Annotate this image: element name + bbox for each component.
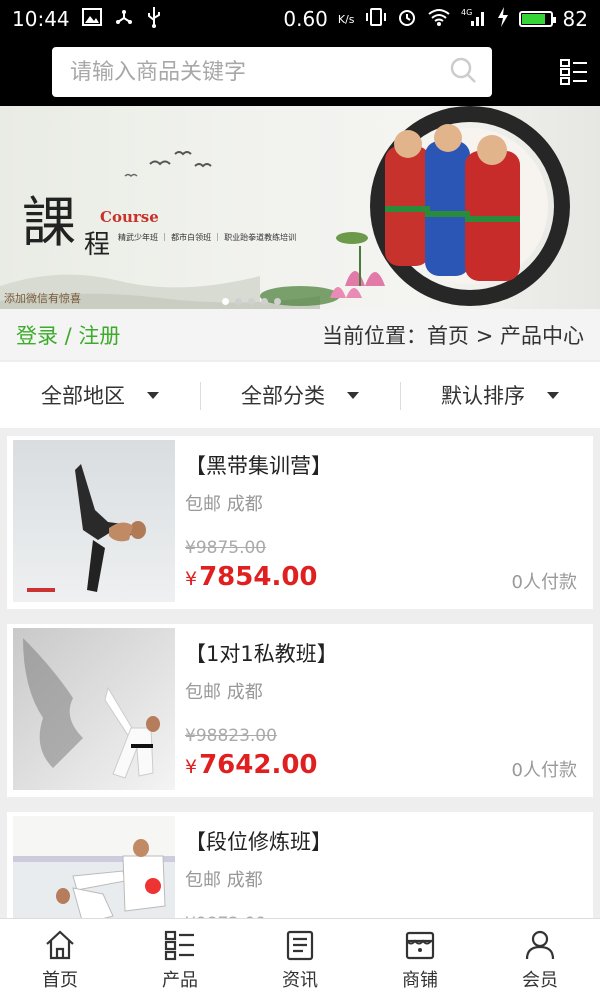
vibrate-icon [365, 7, 387, 31]
banner-dot[interactable] [222, 298, 229, 305]
product-name[interactable]: 【段位修炼班】 [185, 826, 593, 856]
status-bar: 10:44 0.60 K/s 4G 82 [0, 0, 600, 38]
net-unit: K/s [337, 12, 355, 26]
app-screen: 10:44 0.60 K/s 4G 82 请输入商品关键字 課 程 Course… [0, 0, 600, 1000]
search-input[interactable] [70, 59, 448, 85]
filter-label: 默认排序 [441, 384, 525, 408]
caret-down-icon [347, 391, 359, 399]
filter-sort[interactable]: 默认排序 [400, 362, 600, 428]
product-meta: 包邮 成都 [185, 682, 263, 703]
usb-icon [146, 6, 162, 32]
product-name[interactable]: 【1对1私教班】 [185, 638, 593, 668]
filter-region[interactable]: 全部地区 [0, 362, 200, 428]
banner-dot[interactable] [274, 298, 281, 305]
product-card[interactable]: 【黑带集训营】 包邮 成都 ¥9875.00 ¥7854.00 0人付款 [7, 436, 593, 609]
product-paid-count: 0人付款 [511, 760, 577, 781]
product-info: 【1对1私教班】 包邮 成都 ¥98823.00 ¥7642.00 0人付款 [175, 628, 593, 797]
nav-label: 资讯 [282, 969, 318, 991]
search-box[interactable] [52, 47, 492, 97]
login-register-link[interactable]: 登录 / 注册 [16, 320, 120, 350]
nav-label: 首页 [42, 969, 78, 991]
net-speed: 0.60 [283, 7, 328, 31]
banner-dot[interactable] [261, 298, 268, 305]
nav-label: 会员 [522, 969, 558, 991]
filter-bar: 全部地区 全部分类 默认排序 [0, 362, 600, 428]
banner-pagination [222, 298, 281, 305]
breadcrumb: 当前位置：首页 > 产品中心 [322, 323, 584, 348]
nav-label: 产品 [162, 969, 198, 991]
nav-label: 商铺 [402, 969, 438, 991]
product-info: 【黑带集训营】 包邮 成都 ¥9875.00 ¥7854.00 0人付款 [175, 440, 593, 609]
banner-heading-small: 程 [84, 230, 111, 260]
caret-down-icon [547, 391, 559, 399]
filter-label: 全部地区 [41, 384, 125, 408]
currency-symbol: ¥ [185, 756, 198, 778]
battery-percent: 82 [562, 7, 588, 31]
alarm-icon [397, 7, 417, 31]
nav-news[interactable]: 资讯 [240, 919, 360, 1000]
product-card[interactable]: 【1对1私教班】 包邮 成都 ¥98823.00 ¥7642.00 0人付款 [7, 624, 593, 797]
image-icon [81, 8, 102, 30]
caret-down-icon [147, 391, 159, 399]
product-paid-count: 0人付款 [511, 572, 577, 593]
top-header [0, 38, 600, 106]
product-original-price: ¥98823.00 [185, 726, 277, 746]
menu-button[interactable] [558, 56, 590, 88]
signal-icon: 4G [461, 7, 487, 31]
filter-label: 全部分类 [241, 384, 325, 408]
product-meta: 包邮 成都 [185, 494, 263, 515]
share-icon [114, 7, 134, 31]
status-time: 10:44 [12, 7, 70, 31]
user-icon [525, 930, 555, 959]
product-price-value: 7854.00 [199, 562, 318, 592]
product-image[interactable] [13, 628, 175, 790]
menu-list-icon [560, 59, 587, 85]
product-list: 【黑带集训营】 包邮 成都 ¥9875.00 ¥7854.00 0人付款 【1对… [0, 428, 600, 985]
promo-banner[interactable]: 課 程 Course 精武少年班 ｜ 都市白领班 ｜ 职业跆拳道教练培训 添加微… [0, 106, 600, 309]
store-icon [405, 931, 435, 959]
filter-category[interactable]: 全部分类 [200, 362, 400, 428]
home-icon [46, 930, 74, 959]
location-bar: 登录 / 注册 当前位置：首页 > 产品中心 [0, 309, 600, 360]
banner-caption: 添加微信有惊喜 [4, 292, 81, 305]
banner-dot[interactable] [248, 298, 255, 305]
nav-member[interactable]: 会员 [480, 919, 600, 1000]
product-price-value: 7642.00 [199, 750, 318, 780]
banner-artwork [0, 106, 570, 309]
news-icon [286, 930, 314, 960]
banner-heading-en: Course [100, 208, 159, 226]
wifi-icon [427, 8, 451, 30]
banner-heading-big: 課 [22, 191, 76, 254]
product-original-price: ¥9875.00 [185, 538, 267, 558]
list-icon [164, 930, 194, 960]
currency-symbol: ¥ [185, 568, 198, 590]
bottom-nav: 首页 产品 资讯 商铺 会员 [0, 918, 600, 1000]
signal-label: 4G [461, 8, 472, 17]
battery-icon [518, 11, 556, 27]
product-image[interactable] [13, 440, 175, 602]
search-icon[interactable] [448, 55, 478, 89]
nav-store[interactable]: 商铺 [360, 919, 480, 1000]
banner-dot[interactable] [235, 298, 242, 305]
product-meta: 包邮 成都 [185, 870, 263, 891]
nav-home[interactable]: 首页 [0, 919, 120, 1000]
product-name[interactable]: 【黑带集训营】 [185, 450, 593, 480]
nav-products[interactable]: 产品 [120, 919, 240, 1000]
charging-icon [497, 7, 509, 31]
banner-tagline: 精武少年班 ｜ 都市白领班 ｜ 职业跆拳道教练培训 [118, 233, 297, 242]
